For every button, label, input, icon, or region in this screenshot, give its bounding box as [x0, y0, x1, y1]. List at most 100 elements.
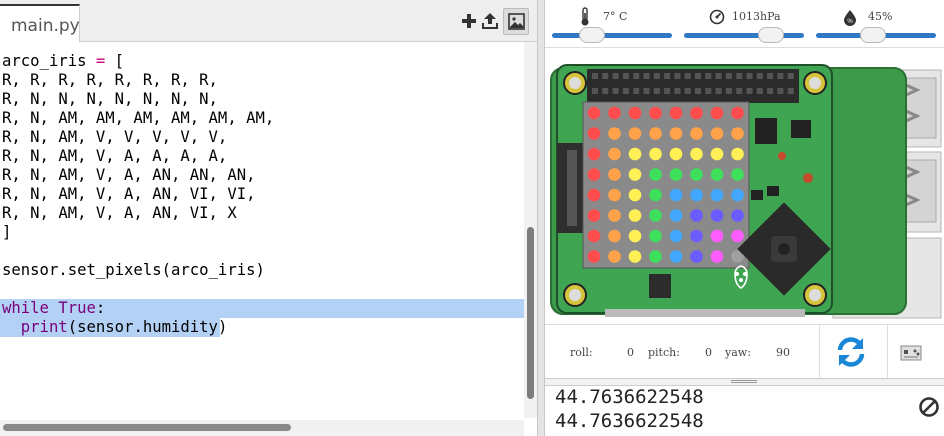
led-pixel — [608, 250, 621, 263]
code-line[interactable]: arco_iris = [ — [0, 52, 524, 71]
scroll-thumb[interactable] — [3, 424, 291, 431]
code-line[interactable] — [0, 242, 524, 261]
led-pixel — [731, 106, 744, 120]
editor-vertical-scrollbar[interactable] — [524, 42, 537, 418]
temperature-control: 7° C — [552, 0, 672, 48]
gamepad-icon[interactable] — [900, 343, 922, 363]
pressure-slider-knob[interactable] — [758, 27, 784, 43]
code-line[interactable]: R, N, AM, V, A, AN, VI, X — [0, 204, 524, 223]
code-area[interactable]: arco_iris = [R, R, R, R, R, R, R, R, R, N… — [0, 52, 524, 418]
code-line[interactable]: R, N, AM, V, A, A, A, A, — [0, 147, 524, 166]
led-pixel — [690, 127, 703, 140]
temperature-slider[interactable] — [552, 33, 672, 38]
led-pixel — [669, 188, 683, 202]
yaw-value: 90 — [776, 346, 790, 359]
plus-icon[interactable] — [460, 12, 478, 30]
led-pixel — [690, 106, 703, 120]
console-line: 44.7636622548 — [555, 410, 704, 432]
led-pixel — [731, 209, 744, 222]
code-editor-pane: main.py arco_iris = [R, R, R, R, R, R, R… — [0, 0, 537, 436]
pitch-value: 0 — [705, 346, 712, 359]
led-pixel — [608, 229, 621, 243]
led-pixel — [669, 209, 683, 222]
code-line[interactable]: R, N, AM, V, V, V, V, V, — [0, 128, 524, 147]
image-icon — [508, 13, 525, 30]
pitch-label: pitch: — [648, 346, 680, 359]
led-pixel — [710, 209, 724, 222]
led-pixel — [690, 250, 703, 263]
led-pixel — [608, 127, 621, 140]
led-pixel — [649, 229, 662, 243]
led-pixel — [669, 229, 683, 243]
led-pixel — [649, 250, 662, 263]
led-pixel — [649, 168, 662, 181]
humidity-control: % 45% — [816, 0, 936, 48]
stop-icon[interactable] — [918, 396, 940, 418]
code-line[interactable]: R, N, AM, V, A, AN, VI, VI, — [0, 185, 524, 204]
image-toggle-button[interactable] — [503, 8, 529, 35]
sense-hat-board-area — [545, 48, 944, 324]
editor-tabbar: main.py — [0, 0, 537, 42]
led-pixel — [669, 250, 683, 263]
code-line[interactable]: R, N, AM, AM, AM, AM, AM, AM, — [0, 109, 524, 128]
upload-icon[interactable] — [481, 12, 499, 30]
output-console: 44.7636622548 44.7636622548 — [545, 386, 944, 436]
led-pixel — [669, 147, 683, 161]
code-line[interactable] — [0, 280, 524, 299]
pressure-control: 1013hPa — [684, 0, 804, 48]
scroll-thumb[interactable] — [527, 227, 534, 399]
tab-main-py[interactable]: main.py — [0, 4, 80, 42]
chip — [791, 120, 811, 138]
led-pixel — [628, 188, 642, 202]
led-pixel — [669, 127, 683, 140]
led-pixel — [587, 168, 601, 181]
led-pixel — [628, 209, 642, 222]
yaw-label: yaw: — [725, 346, 751, 359]
led-pixel — [608, 209, 621, 222]
humidity-label: 45% — [868, 10, 893, 23]
pressure-slider[interactable] — [684, 33, 804, 38]
led-pixel — [649, 188, 662, 202]
led-pixel — [649, 106, 662, 120]
console-splitter[interactable] — [545, 378, 944, 386]
led-pixel — [628, 250, 642, 263]
pane-divider[interactable] — [537, 0, 545, 436]
led-pixel — [587, 250, 601, 263]
led-pixel — [710, 229, 724, 243]
led-pixel — [669, 168, 683, 181]
thermometer-icon — [581, 7, 589, 26]
gauge-icon — [709, 9, 725, 25]
raspberry-pi-board — [550, 64, 942, 319]
code-line[interactable]: R, R, R, R, R, R, R, R, — [0, 71, 524, 90]
editor-horizontal-scrollbar[interactable] — [0, 420, 524, 436]
led-pixel — [608, 168, 621, 181]
led-pixel — [587, 188, 601, 202]
led-pixel — [649, 127, 662, 140]
led-pixel — [587, 209, 601, 222]
code-line[interactable]: while True: — [0, 299, 524, 318]
led-pixel — [628, 127, 642, 140]
code-line[interactable]: print(sensor.humidity) — [0, 318, 524, 337]
humidity-slider-knob[interactable] — [860, 27, 886, 43]
rotate-icon[interactable] — [834, 335, 868, 369]
sensor-controls: 7° C 1013hPa % 45% — [545, 0, 944, 48]
orientation-readout: roll: 0 pitch: 0 yaw: 90 — [545, 324, 944, 381]
code-line[interactable]: R, N, AM, V, A, AN, AN, AN, — [0, 166, 524, 185]
led-pixel — [731, 188, 744, 202]
led-pixel — [710, 127, 724, 140]
code-line[interactable]: ] — [0, 223, 524, 242]
led-pixel — [628, 168, 642, 181]
code-line[interactable]: sensor.set_pixels(arco_iris) — [0, 261, 524, 280]
led-pixel — [608, 188, 621, 202]
svg-text:%: % — [847, 19, 853, 25]
chip — [755, 118, 777, 144]
chip — [649, 274, 671, 298]
pressure-label: 1013hPa — [732, 10, 781, 23]
led-pixel — [608, 106, 621, 120]
led-pixel — [608, 147, 621, 161]
led-pixel — [731, 147, 744, 161]
led-matrix-frame — [582, 101, 750, 269]
led-pixel — [628, 147, 642, 161]
code-line[interactable]: R, N, N, N, N, N, N, N, — [0, 90, 524, 109]
temperature-slider-knob[interactable] — [579, 27, 605, 43]
